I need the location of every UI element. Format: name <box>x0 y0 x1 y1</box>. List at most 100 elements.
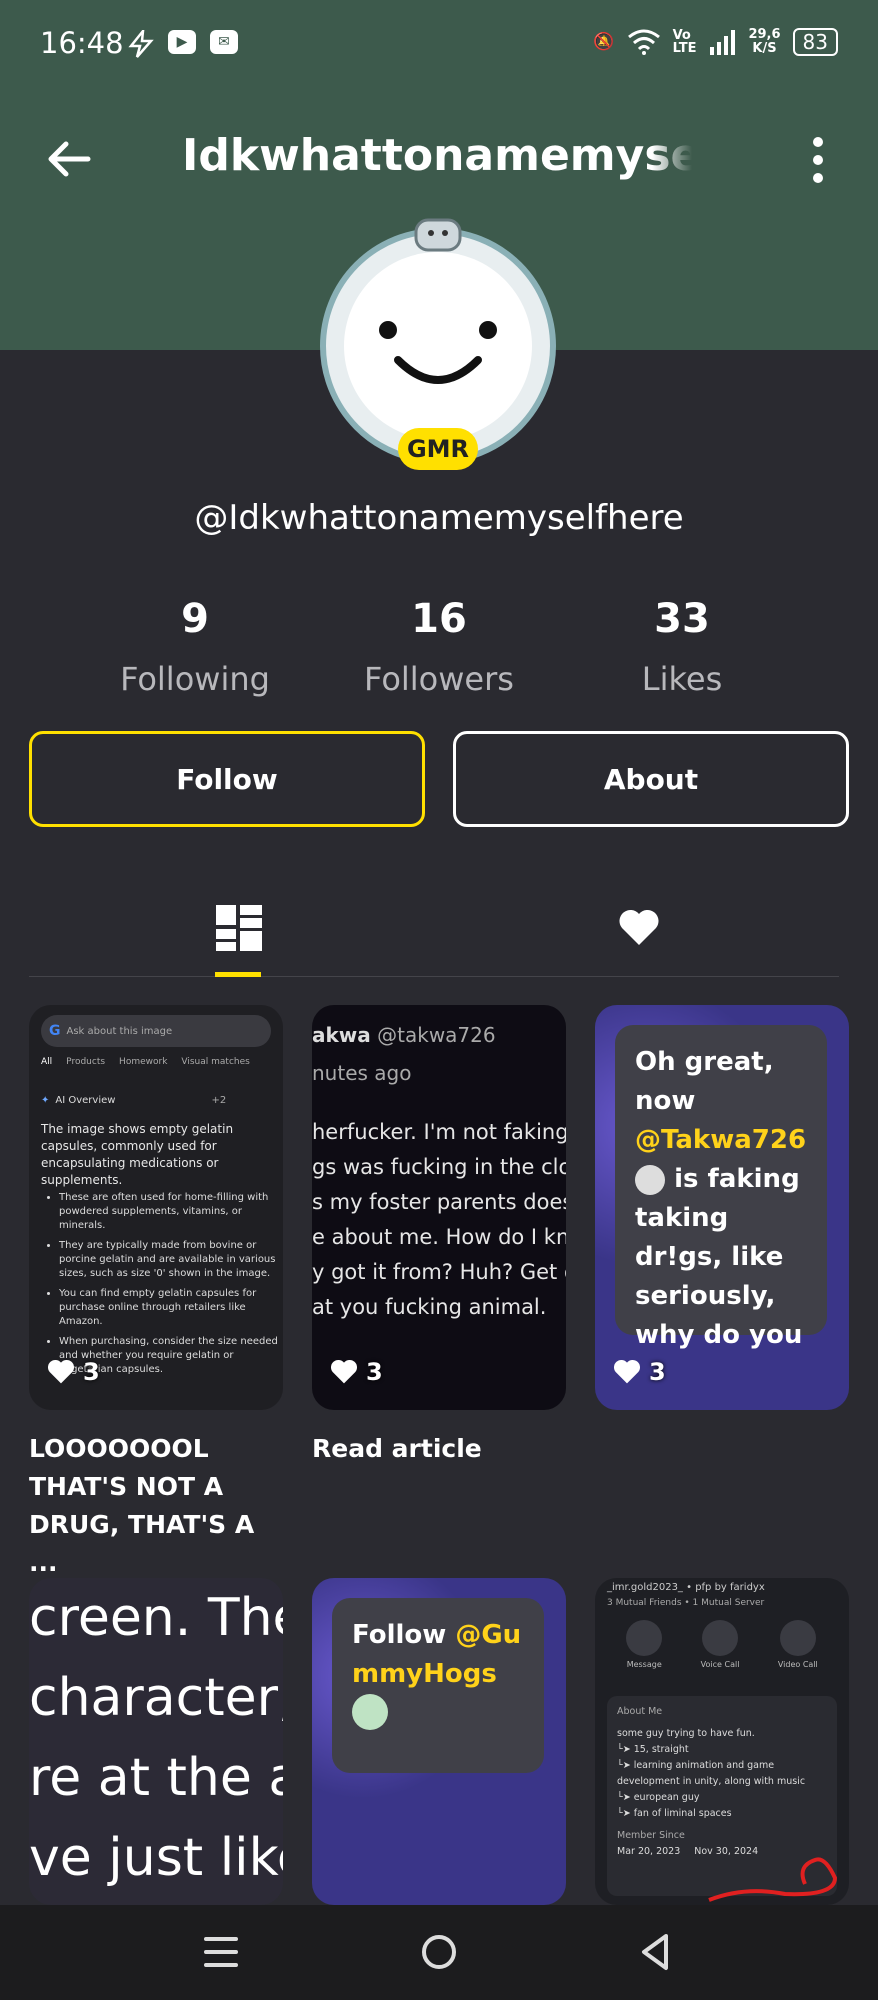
post-time: nutes ago <box>312 1061 412 1085</box>
about-line: └➤ fan of liminal spaces <box>617 1808 732 1819</box>
like-count: 3 <box>83 1358 100 1386</box>
about-line: └➤ learning animation and game developme… <box>617 1760 806 1787</box>
video-call-label: Video Call <box>777 1660 818 1669</box>
overview-bullet: These are often used for home-filling wi… <box>59 1191 283 1233</box>
back-arrow-icon[interactable] <box>44 134 94 184</box>
wifi-icon <box>627 29 660 55</box>
post-card[interactable]: G Ask about this image All Products Home… <box>29 1005 283 1410</box>
heart-icon <box>619 909 659 945</box>
page-title: Idkwhattonamemyselfhere <box>182 130 692 181</box>
battery-indicator: 83 <box>792 28 838 56</box>
flash-icon <box>128 30 154 58</box>
preview-tab: Visual matches <box>181 1057 250 1067</box>
avatar-frame-decoration <box>414 218 462 252</box>
video-icon <box>779 1620 816 1656</box>
post-card[interactable]: _imr.gold2023_ • pfp by faridyx 3 Mutual… <box>595 1578 849 1905</box>
bubble-text: Follow <box>352 1620 456 1650</box>
preview-tab: Products <box>66 1057 106 1067</box>
followers-label: Followers <box>364 660 514 698</box>
recent-apps-icon[interactable] <box>196 1927 246 1977</box>
grid-icon <box>216 905 262 951</box>
image-text-line: re at the a <box>29 1748 283 1808</box>
discord-username: _imr.gold2023_ • pfp by faridyx <box>607 1582 765 1593</box>
followers-count: 16 <box>411 596 467 642</box>
bubble-text: is faking taking dr!gs, like seriously, … <box>635 1164 803 1350</box>
following-label: Following <box>120 660 270 698</box>
tab-posts[interactable] <box>191 880 287 977</box>
mention-link[interactable]: @Takwa726 <box>635 1125 806 1155</box>
home-icon[interactable] <box>414 1927 464 1977</box>
heart-icon <box>330 1359 358 1384</box>
like-count: 3 <box>649 1358 666 1386</box>
network-speed: 29,6 <box>748 27 781 42</box>
post-card[interactable]: Oh great, now @Takwa726 is faking taking… <box>595 1005 849 1410</box>
app-bar: Idkwhattonamemyselfhere <box>0 120 878 200</box>
message-icon <box>626 1620 663 1656</box>
mute-icon: 🔕 <box>593 32 615 52</box>
following-count: 9 <box>181 596 209 642</box>
message-app-icon: ✉ <box>210 30 238 54</box>
post-card[interactable]: Follow @GummyHogs <box>312 1578 566 1905</box>
follow-button[interactable]: Follow <box>29 731 425 827</box>
post-card[interactable]: akwa @takwa726 nutes ago herfucker. I'm … <box>312 1005 566 1410</box>
phone-icon <box>702 1620 739 1656</box>
video-call-button[interactable]: Video Call <box>778 1620 818 1669</box>
bubble-text: Oh great, now <box>635 1047 774 1116</box>
author-handle: @takwa726 <box>377 1023 496 1047</box>
ai-overview-label: AI Overview <box>55 1095 116 1106</box>
article-line: s my foster parents does <box>312 1190 566 1214</box>
likes-count: 33 <box>654 596 710 642</box>
search-placeholder: Ask about this image <box>66 1025 173 1037</box>
mutuals-text: 3 Mutual Friends • 1 Mutual Server <box>607 1598 765 1608</box>
post-author: akwa <box>312 1023 371 1047</box>
profile-handle: @Idkwhattonamemyselfhere <box>194 498 684 538</box>
member-date: Mar 20, 2023 <box>617 1846 681 1857</box>
like-count: 3 <box>366 1358 383 1386</box>
post-likes: 3 <box>330 1358 383 1386</box>
overview-bullet: You can find empty gelatin capsules for … <box>59 1287 283 1329</box>
post-likes: 3 <box>47 1358 100 1386</box>
more-options-icon[interactable] <box>806 132 830 188</box>
red-scribble <box>708 1857 838 1902</box>
overview-bullet: They are typically made from bovine or p… <box>59 1239 283 1281</box>
image-text-line: character, <box>29 1668 283 1728</box>
stat-likes[interactable]: 33 Likes <box>572 596 792 698</box>
stat-following[interactable]: 9 Following <box>85 596 305 698</box>
tab-liked[interactable] <box>591 880 687 976</box>
article-line: gs was fucking in the clo <box>312 1155 566 1179</box>
google-icon: G <box>49 1023 61 1039</box>
mini-avatar-icon <box>635 1164 665 1195</box>
image-text-line: creen. The <box>29 1588 283 1648</box>
article-line: herfucker. I'm not faking <box>312 1120 566 1144</box>
heart-icon <box>613 1359 641 1384</box>
back-nav-icon[interactable] <box>632 1927 682 1977</box>
network-type: Vo LTE <box>672 28 697 56</box>
overview-text: The image shows empty gelatin capsules, … <box>41 1122 234 1187</box>
speech-bubble: Oh great, now @Takwa726 is faking taking… <box>615 1025 827 1350</box>
heart-icon <box>47 1359 75 1384</box>
message-button[interactable]: Message <box>626 1620 663 1669</box>
post-card[interactable]: creen. The character, re at the a ve jus… <box>29 1578 283 1905</box>
network-speed-unit: K/S <box>752 41 777 56</box>
voice-call-button[interactable]: Voice Call <box>701 1620 739 1669</box>
preview-tab: All <box>41 1057 53 1067</box>
about-button[interactable]: About <box>453 731 849 827</box>
status-time: 16:48 <box>40 26 124 60</box>
article-line: y got it from? Huh? Get o <box>312 1260 566 1284</box>
status-bar: 16:48 ▶ ✉ 🔕 Vo LTE 29,6 K/S 83 <box>0 0 878 90</box>
likes-label: Likes <box>641 660 723 698</box>
about-line: └➤ european guy <box>617 1792 700 1803</box>
article-line: at you fucking animal. <box>312 1295 547 1319</box>
post-likes: 3 <box>613 1358 666 1386</box>
speech-bubble: Follow @GummyHogs <box>332 1598 544 1773</box>
stat-followers[interactable]: 16 Followers <box>329 596 549 698</box>
youtube-icon: ▶ <box>168 30 196 54</box>
article-line: e about me. How do I kn <box>312 1225 566 1249</box>
about-me-title: About Me <box>617 1706 663 1717</box>
source-count: +2 <box>211 1095 227 1106</box>
post-caption[interactable]: LOOOOOOOL THAT'S NOT A DRUG, THAT'S A ..… <box>29 1430 289 1582</box>
image-text-line: ve just like <box>29 1828 283 1888</box>
preview-tab: Homework <box>119 1057 168 1067</box>
post-caption[interactable]: Read article <box>312 1430 572 1468</box>
about-line: └➤ 15, straight <box>617 1744 689 1755</box>
